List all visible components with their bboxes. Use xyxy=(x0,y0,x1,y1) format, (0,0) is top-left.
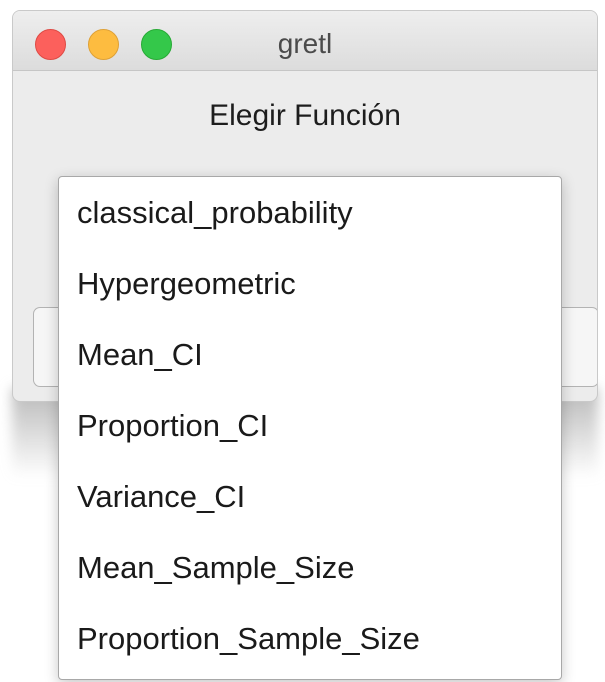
dialog-heading: Elegir Función xyxy=(209,99,401,132)
option-mean-sample-size[interactable]: Mean_Sample_Size xyxy=(59,546,561,617)
option-proportion-sample-size[interactable]: Proportion_Sample_Size xyxy=(59,617,561,682)
title-bar[interactable]: gretl xyxy=(13,11,597,71)
option-classical-probability[interactable]: classical_probability xyxy=(59,191,561,262)
screen: gretl Elegir Función classical_probabili… xyxy=(0,0,605,682)
window-title: gretl xyxy=(277,28,333,59)
option-proportion-ci[interactable]: Proportion_CI xyxy=(59,404,561,475)
option-variance-ci[interactable]: Variance_CI xyxy=(59,475,561,546)
function-combo-box-right-edge[interactable] xyxy=(561,307,597,387)
option-mean-ci[interactable]: Mean_CI xyxy=(59,333,561,404)
option-hypergeometric[interactable]: Hypergeometric xyxy=(59,262,561,333)
function-dropdown-list: classical_probability Hypergeometric Mea… xyxy=(58,176,562,680)
